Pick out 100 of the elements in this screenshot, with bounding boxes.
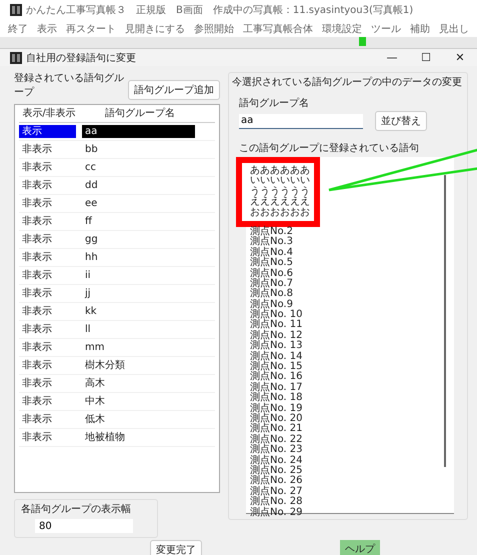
window-control[interactable]: — — [375, 51, 409, 64]
table-row[interactable]: 非表示 地被植物 — [19, 429, 215, 447]
menu-item[interactable]: 工事写真帳合体 — [243, 22, 313, 36]
table-cell-text: ll — [84, 323, 92, 336]
list-item[interactable]: ああああああ — [250, 166, 310, 176]
table-cell-text: 非表示 — [21, 413, 53, 426]
table-row[interactable]: 非表示 jj — [19, 285, 215, 303]
table-cell-text: ff — [84, 215, 94, 228]
section-label: 登録されている語句グループ — [14, 72, 125, 100]
table-cell-text: 高木 — [84, 377, 106, 390]
list-item[interactable]: 測点No.8 — [250, 289, 293, 300]
list-item[interactable]: 測点No. 18 — [250, 393, 303, 404]
menu-item[interactable]: 補助 — [410, 22, 430, 36]
list-item[interactable]: 測点No. 16 — [250, 372, 303, 383]
table-row[interactable]: 非表示 ff — [19, 213, 215, 231]
table-cell-text: cc — [84, 161, 97, 174]
table-row[interactable]: 非表示 dd — [19, 177, 215, 195]
menu-item[interactable]: 表示 — [37, 22, 57, 36]
list-item[interactable]: 測点No. 19 — [250, 404, 303, 414]
table-cell-text: 非表示 — [21, 179, 53, 192]
window-control[interactable]: ☐ — [409, 51, 443, 64]
menu-item[interactable]: 再スタート — [66, 22, 116, 36]
list-item[interactable]: 測点No. 21 — [250, 424, 303, 435]
table-cell-text: 非表示 — [21, 233, 53, 246]
table-cell-text: ii — [84, 269, 92, 282]
list-item[interactable]: 測点No.6 — [250, 268, 293, 279]
table-row[interactable]: 非表示 低木 — [19, 411, 215, 429]
list-item[interactable]: 測点No.3 — [250, 237, 293, 248]
menu-item[interactable]: 参照開始 — [194, 22, 234, 36]
group-name-field[interactable]: aa — [239, 114, 363, 128]
group-label: 今選択されている語句グループの中のデータの変更 — [232, 76, 463, 89]
table-cell-text: dd — [84, 179, 99, 192]
app-icon — [10, 4, 22, 16]
table-row[interactable]: 非表示 ii — [19, 267, 215, 285]
table-cell-text: mm — [84, 341, 106, 354]
table-cell-text: 非表示 — [21, 341, 53, 354]
table-cell-text: 非表示 — [21, 143, 53, 156]
table-row[interactable]: 非表示 樹木分類 — [19, 357, 215, 375]
table-cell-text: gg — [84, 233, 99, 246]
list-item[interactable]: 測点No. 11 — [250, 320, 303, 331]
list-item[interactable]: ええええええ — [250, 197, 310, 208]
sort-button[interactable]: 並び替え — [375, 111, 427, 131]
table-row[interactable]: 非表示 hh — [19, 249, 215, 267]
list-item[interactable]: 測点No. 26 — [250, 476, 303, 487]
table-row[interactable]: 表示 aa — [19, 123, 215, 141]
list-item[interactable]: うううううう — [250, 186, 310, 198]
list-item[interactable]: いいいいいい — [250, 176, 310, 187]
window-control[interactable]: ✕ — [443, 51, 477, 64]
field-label: 語句グループ名 — [239, 96, 310, 110]
table-cell-text: 非表示 — [21, 323, 53, 336]
list-item[interactable]: 測点No. 23 — [250, 445, 303, 456]
table-cell: 表示 — [19, 125, 76, 138]
dialog-title: 自社用の登録語句に変更 — [26, 52, 136, 64]
table-row[interactable]: 非表示 ll — [19, 321, 215, 339]
menu-item[interactable]: 終了 — [8, 22, 28, 36]
menu-item[interactable]: ツール — [371, 22, 401, 36]
table-cell-text: 非表示 — [21, 287, 53, 300]
table-row[interactable]: 非表示 高木 — [19, 375, 215, 393]
table-row[interactable]: 非表示 cc — [19, 159, 215, 177]
table-row[interactable]: 非表示 gg — [19, 231, 215, 249]
width-input-field[interactable]: 80 — [35, 519, 133, 533]
scrollbar[interactable] — [444, 175, 446, 467]
list-item[interactable]: 測点No. 28 — [250, 497, 303, 508]
app-icon — [10, 52, 22, 64]
table-cell-text: kk — [84, 305, 98, 318]
table-cell-text: hh — [84, 251, 99, 264]
table-cell-text: 低木 — [84, 413, 106, 426]
table-row[interactable]: 非表示 mm — [19, 339, 215, 357]
table-cell-text: 非表示 — [21, 161, 53, 174]
table-cell-text: ee — [84, 197, 98, 210]
group-label: 各語句グループの表示幅 — [21, 502, 132, 516]
list-item[interactable]: 測点No.5 — [250, 258, 293, 269]
table-cell-text: 中木 — [84, 395, 106, 408]
menu-item[interactable]: 見出し — [439, 22, 469, 36]
done-button[interactable]: 変更完了 — [150, 540, 202, 555]
app-title: かんたん工事写真帳３ 正規版 B画面 作成中の写真帳：11.syasintyou3(写真帳1) — [26, 4, 414, 17]
table-cell-text: 地被植物 — [84, 431, 126, 444]
help-button[interactable]: ヘルプ — [340, 540, 380, 555]
table-cell-text: 非表示 — [21, 359, 53, 372]
add-group-button[interactable]: 語句グループ追加 — [128, 80, 220, 100]
menu-item[interactable]: 見開きにする — [125, 22, 185, 36]
table-row[interactable]: 非表示 ee — [19, 195, 215, 213]
table-cell-text: 非表示 — [21, 395, 53, 408]
table-cell: aa — [82, 125, 195, 138]
list-label: この語句グループに登録されている語句 — [239, 142, 420, 155]
table-row[interactable]: 非表示 中木 — [19, 393, 215, 411]
status-indicator-icon — [359, 37, 366, 46]
list-item[interactable]: 測点No. 29 — [250, 508, 303, 518]
list-item[interactable]: 測点No. 24 — [250, 456, 303, 466]
table-cell-text: bb — [84, 143, 99, 156]
table-cell-text: 非表示 — [21, 431, 53, 444]
table-cell-text: 非表示 — [21, 251, 53, 264]
list-item[interactable]: 測点No. 13 — [250, 341, 303, 352]
table-cell-text: 非表示 — [21, 377, 53, 390]
list-item[interactable]: おおおおおお — [250, 208, 310, 218]
table-row[interactable]: 非表示 kk — [19, 303, 215, 321]
table-row[interactable]: 非表示 bb — [19, 141, 215, 159]
column-header: 表示/非表示 — [21, 107, 76, 120]
menu-item[interactable]: 環境設定 — [322, 22, 362, 36]
table-cell-text: 非表示 — [21, 197, 53, 210]
